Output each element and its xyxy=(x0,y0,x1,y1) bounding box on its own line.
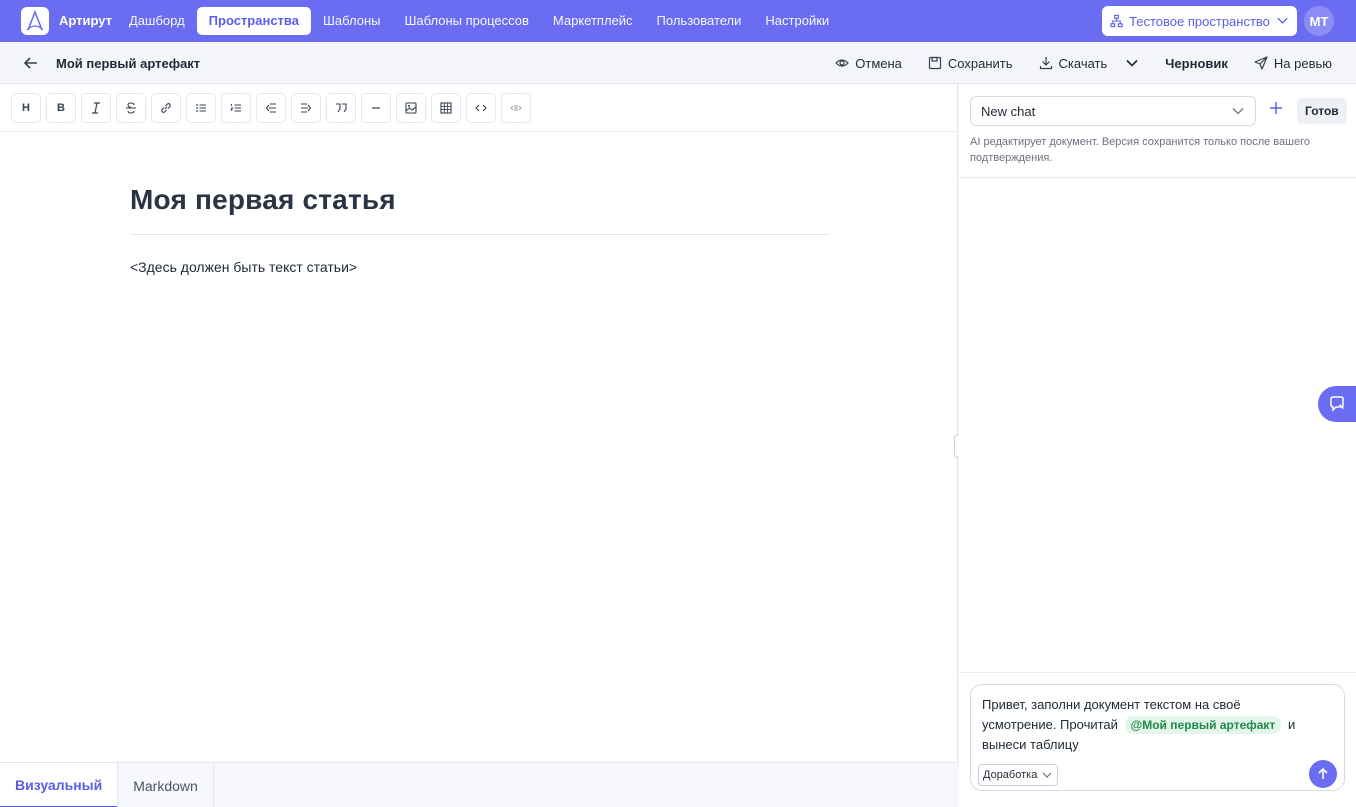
ai-chat-panel: New chat Готов AI редактирует документ. … xyxy=(959,84,1356,807)
download-label: Скачать xyxy=(1058,55,1108,71)
status-label: Черновик xyxy=(1165,55,1228,71)
chat-note: AI редактирует документ. Версия сохранит… xyxy=(970,136,1310,164)
user-avatar[interactable]: МТ xyxy=(1304,6,1334,36)
document-heading[interactable]: Моя первая статья xyxy=(130,184,830,235)
main-nav: Дашборд Пространства Шаблоны Шаблоны процес… xyxy=(117,7,841,35)
brand-name[interactable]: Артирут xyxy=(59,13,112,28)
artifact-mention[interactable]: @Мой первый артефакт xyxy=(1124,716,1282,734)
table-button[interactable] xyxy=(431,93,461,123)
app-logo[interactable] xyxy=(21,7,49,35)
nav-item-1[interactable]: Пространства xyxy=(196,7,311,35)
italic-button[interactable] xyxy=(81,93,111,123)
quote-button[interactable] xyxy=(326,93,356,123)
send-button[interactable] xyxy=(1309,760,1337,788)
ordered-list-icon xyxy=(230,104,241,112)
heading-icon: H xyxy=(22,102,30,114)
chat-divider xyxy=(959,177,1356,178)
image-button[interactable] xyxy=(396,93,426,123)
document-title: Мой первый артефакт xyxy=(56,56,201,71)
bold-icon: B xyxy=(57,102,65,114)
document-body[interactable]: Моя первая статья <Здесь должен быть тек… xyxy=(130,184,830,275)
save-icon xyxy=(928,56,942,70)
floating-chat-button[interactable] xyxy=(1318,386,1356,422)
outdent-button[interactable] xyxy=(256,93,286,123)
bullet-list-icon xyxy=(196,104,206,112)
bullet-list-button[interactable] xyxy=(186,93,216,123)
code-button[interactable] xyxy=(466,93,496,123)
space-selector[interactable]: Тестовое пространство xyxy=(1102,6,1297,36)
toolbar-divider xyxy=(0,131,958,132)
quote-icon xyxy=(336,103,347,113)
image-icon xyxy=(405,102,417,114)
code-icon xyxy=(475,104,487,112)
eye-icon xyxy=(835,59,850,67)
composer-divider xyxy=(959,672,1356,673)
code-block-button[interactable] xyxy=(501,93,531,123)
cancel-label: Отмена xyxy=(855,55,902,71)
code-block-icon xyxy=(510,105,522,111)
editor-mode-tabs: Визуальный Markdown xyxy=(0,762,958,807)
composer-input[interactable]: Привет, заполни документ текстом на своё… xyxy=(982,695,1302,755)
horizontal-rule-button[interactable] xyxy=(361,93,391,123)
editor-panel: H B Моя первая статья <Здесь должен быть… xyxy=(0,84,958,807)
save-label: Сохранить xyxy=(947,55,1013,71)
tab-markdown[interactable]: Markdown xyxy=(118,763,214,807)
italic-icon xyxy=(92,102,100,114)
bold-button[interactable]: B xyxy=(46,93,76,123)
done-button[interactable]: Готов xyxy=(1297,98,1347,124)
chevron-down-icon xyxy=(1042,772,1052,778)
new-chat-plus-icon[interactable] xyxy=(1268,100,1284,116)
arrow-left-icon[interactable] xyxy=(22,54,40,72)
strikethrough-icon xyxy=(126,102,136,114)
table-icon xyxy=(440,102,452,114)
top-navbar: Артирут Дашборд Пространства Шаблоны Шаблон… xyxy=(0,0,1356,42)
formatting-toolbar: H B xyxy=(11,93,531,123)
nav-item-5[interactable]: Пользователи xyxy=(645,7,754,35)
hierarchy-icon xyxy=(1110,14,1123,28)
chevron-down-icon[interactable] xyxy=(1125,56,1139,70)
space-selector-label: Тестовое пространство xyxy=(1129,13,1270,29)
nav-item-0[interactable]: Дашборд xyxy=(117,7,197,35)
chevron-down-icon xyxy=(1232,108,1244,115)
horizontal-rule-icon xyxy=(372,107,380,109)
chevron-down-icon xyxy=(1277,17,1288,24)
nav-item-2[interactable]: Шаблоны xyxy=(311,7,393,35)
logo-icon xyxy=(26,10,44,31)
document-paragraph[interactable]: <Здесь должен быть текст статьи> xyxy=(130,259,830,275)
link-button[interactable] xyxy=(151,93,181,123)
tab-visual[interactable]: Визуальный xyxy=(0,763,119,807)
chat-selector-value: New chat xyxy=(981,103,1036,119)
nav-item-6[interactable]: Настройки xyxy=(753,7,841,35)
strikethrough-button[interactable] xyxy=(116,93,146,123)
save-button[interactable]: Сохранить xyxy=(928,56,1013,71)
status-draft[interactable]: Черновик xyxy=(1165,56,1228,71)
send-icon xyxy=(1254,56,1268,70)
chat-selector[interactable]: New chat xyxy=(970,96,1256,126)
send-to-review-button[interactable]: На ревью xyxy=(1254,56,1332,71)
heading-button[interactable]: H xyxy=(11,93,41,123)
arrow-up-icon xyxy=(1318,767,1328,779)
mode-selector[interactable]: Доработка xyxy=(978,764,1059,786)
download-button[interactable]: Скачать xyxy=(1039,56,1140,71)
chat-composer[interactable]: Привет, заполни документ текстом на своё… xyxy=(970,684,1345,791)
outdent-icon xyxy=(265,103,276,113)
review-label: На ревью xyxy=(1273,55,1332,71)
chat-bubble-icon xyxy=(1330,396,1345,412)
download-icon xyxy=(1039,57,1052,70)
mode-selector-value: Доработка xyxy=(983,769,1038,781)
link-icon xyxy=(161,103,171,113)
nav-item-3[interactable]: Шаблоны процессов xyxy=(392,7,540,35)
document-header: Мой первый артефакт Отмена Сохранить Ска… xyxy=(0,42,1356,84)
cancel-button[interactable]: Отмена xyxy=(835,56,902,71)
nav-item-4[interactable]: Маркетплейс xyxy=(541,7,645,35)
document-actions: Отмена Сохранить Скачать Черновик На рев… xyxy=(835,42,1332,84)
indent-button[interactable] xyxy=(291,93,321,123)
ordered-list-button[interactable] xyxy=(221,93,251,123)
indent-icon xyxy=(301,103,312,113)
